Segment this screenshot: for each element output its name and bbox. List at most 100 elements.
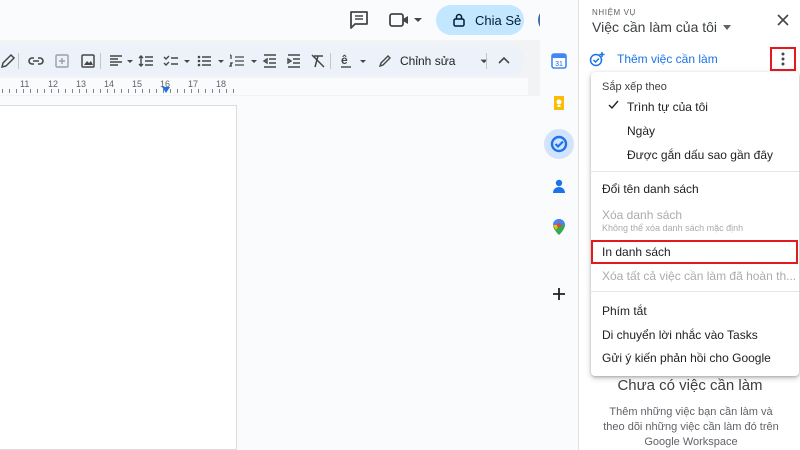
ruler-tick (100, 89, 101, 93)
caret-down-icon (723, 24, 732, 30)
menu-item-delete-list: Xóa danh sách (602, 208, 683, 222)
check-icon (608, 100, 619, 110)
video-call-icon[interactable] (388, 10, 422, 30)
chevron-down-icon[interactable] (179, 53, 190, 69)
side-panel-rail: 31 (540, 0, 578, 450)
ruler-tick (121, 89, 122, 93)
ruler-tick (44, 89, 45, 93)
more-options-button[interactable] (770, 47, 796, 71)
menu-item-sort-starred[interactable]: Được gắn dấu sao gần đây (627, 148, 773, 162)
task-list-selector[interactable]: Việc cần làm của tôi (592, 19, 732, 35)
ruler-tick (184, 89, 185, 93)
top-bar: Chia Sẻ (0, 0, 564, 40)
menu-divider (591, 291, 799, 292)
ruler-number: 15 (132, 79, 143, 89)
menu-item-print-list[interactable]: In danh sách (602, 245, 671, 259)
formatting-toolbar: ê Chỉnh sửa (0, 45, 524, 76)
ruler-tick (142, 89, 143, 93)
maps-icon[interactable] (544, 212, 574, 242)
ruler-number: 11 (20, 79, 30, 89)
ruler-tick (212, 89, 213, 93)
close-icon[interactable] (775, 12, 791, 28)
keep-icon[interactable] (544, 88, 574, 118)
ruler-number: 14 (104, 79, 115, 89)
ruler-tick (135, 89, 136, 93)
ruler-tick (177, 89, 178, 93)
add-comment-icon[interactable] (54, 53, 70, 69)
ruler-tick (149, 89, 150, 93)
document-canvas (0, 96, 540, 450)
ruler-tick (79, 89, 80, 93)
menu-item-sort-date[interactable]: Ngày (627, 124, 655, 138)
share-label: Chia Sẻ (475, 12, 522, 28)
ruler-tick (93, 89, 94, 93)
increase-indent-icon[interactable] (286, 53, 302, 69)
empty-state-description: Thêm những việc bạn cần làm và theo dõi … (603, 406, 779, 448)
ruler-tick (205, 89, 206, 93)
menu-divider (591, 171, 799, 172)
ruler-tick (16, 89, 17, 93)
ruler-tick (219, 89, 220, 93)
menu-item-send-feedback[interactable]: Gửi ý kiến phản hồi cho Google (602, 351, 771, 365)
panel-caption: NHIỆM VỤ (592, 8, 636, 17)
calendar-day: 31 (555, 61, 563, 68)
chevron-down-icon[interactable] (246, 53, 257, 69)
chevron-down-icon[interactable] (213, 53, 224, 69)
panel-title: Việc cần làm của tôi (592, 19, 718, 35)
ruler-tick (58, 89, 59, 93)
menu-item-shortcuts[interactable]: Phím tắt (602, 304, 647, 318)
toolbar-divider (100, 53, 101, 69)
comment-icon[interactable] (348, 10, 370, 30)
ruler-tick (226, 89, 227, 93)
ruler: 11 12 13 14 15 16 17 18 (0, 78, 528, 95)
tasks-icon[interactable] (544, 129, 574, 159)
image-icon[interactable] (80, 53, 96, 69)
ruler-tick (156, 89, 157, 93)
edit-mode-icon (378, 54, 391, 67)
pencil-icon[interactable] (0, 53, 16, 69)
spellcheck-icon[interactable]: ê (339, 53, 355, 69)
clear-formatting-icon[interactable] (310, 53, 326, 69)
link-icon[interactable] (28, 53, 44, 69)
chevron-down-icon[interactable] (122, 53, 133, 69)
ruler-tick (163, 89, 164, 93)
checklist-icon[interactable] (163, 53, 179, 69)
chevron-down-icon (480, 59, 488, 63)
toolbar-divider (486, 53, 487, 69)
add-task-label: Thêm việc cần làm (617, 52, 718, 66)
task-list-options-menu: Sắp xếp theo Trình tự của tôi Ngày Được … (591, 72, 799, 376)
ruler-tick (72, 89, 73, 93)
menu-item-rename-list[interactable]: Đổi tên danh sách (602, 182, 699, 196)
menu-item-sort-my-order[interactable]: Trình tự của tôi (627, 100, 708, 114)
empty-state-title: Chưa có việc cần làm (617, 377, 763, 394)
collapse-icon[interactable] (496, 53, 512, 69)
document-page[interactable] (0, 105, 237, 450)
add-task-icon (589, 52, 605, 67)
bulleted-list-icon[interactable] (196, 53, 212, 69)
toolbar-divider (330, 53, 331, 69)
chevron-down-icon[interactable] (355, 53, 366, 69)
menu-item-move-reminders[interactable]: Di chuyển lời nhắc vào Tasks (602, 328, 758, 342)
edit-mode-select[interactable]: Chỉnh sửa (378, 50, 497, 71)
calendar-icon[interactable]: 31 (544, 46, 574, 76)
more-vert-icon (781, 52, 785, 66)
ruler-tick (233, 89, 234, 93)
add-task-button[interactable]: Thêm việc cần làm (589, 51, 718, 67)
ruler-tick (128, 89, 129, 93)
numbered-list-icon[interactable] (229, 53, 245, 69)
ruler-number: 17 (188, 79, 199, 89)
add-icon[interactable] (544, 279, 574, 309)
ruler-tick (30, 89, 31, 93)
ruler-tick (9, 89, 10, 93)
share-button[interactable]: Chia Sẻ (436, 5, 524, 35)
decrease-indent-icon[interactable] (262, 53, 278, 69)
contacts-icon[interactable] (544, 171, 574, 201)
line-spacing-icon[interactable] (138, 53, 154, 69)
ruler-tick (2, 89, 3, 93)
ruler-tick (37, 89, 38, 93)
menu-item-delete-list-hint: Không thể xóa danh sách mặc định (602, 223, 744, 233)
ruler-tick (51, 89, 52, 93)
lock-icon (453, 13, 465, 27)
ruler-number: 18 (216, 79, 227, 89)
ruler-tick (65, 89, 66, 93)
